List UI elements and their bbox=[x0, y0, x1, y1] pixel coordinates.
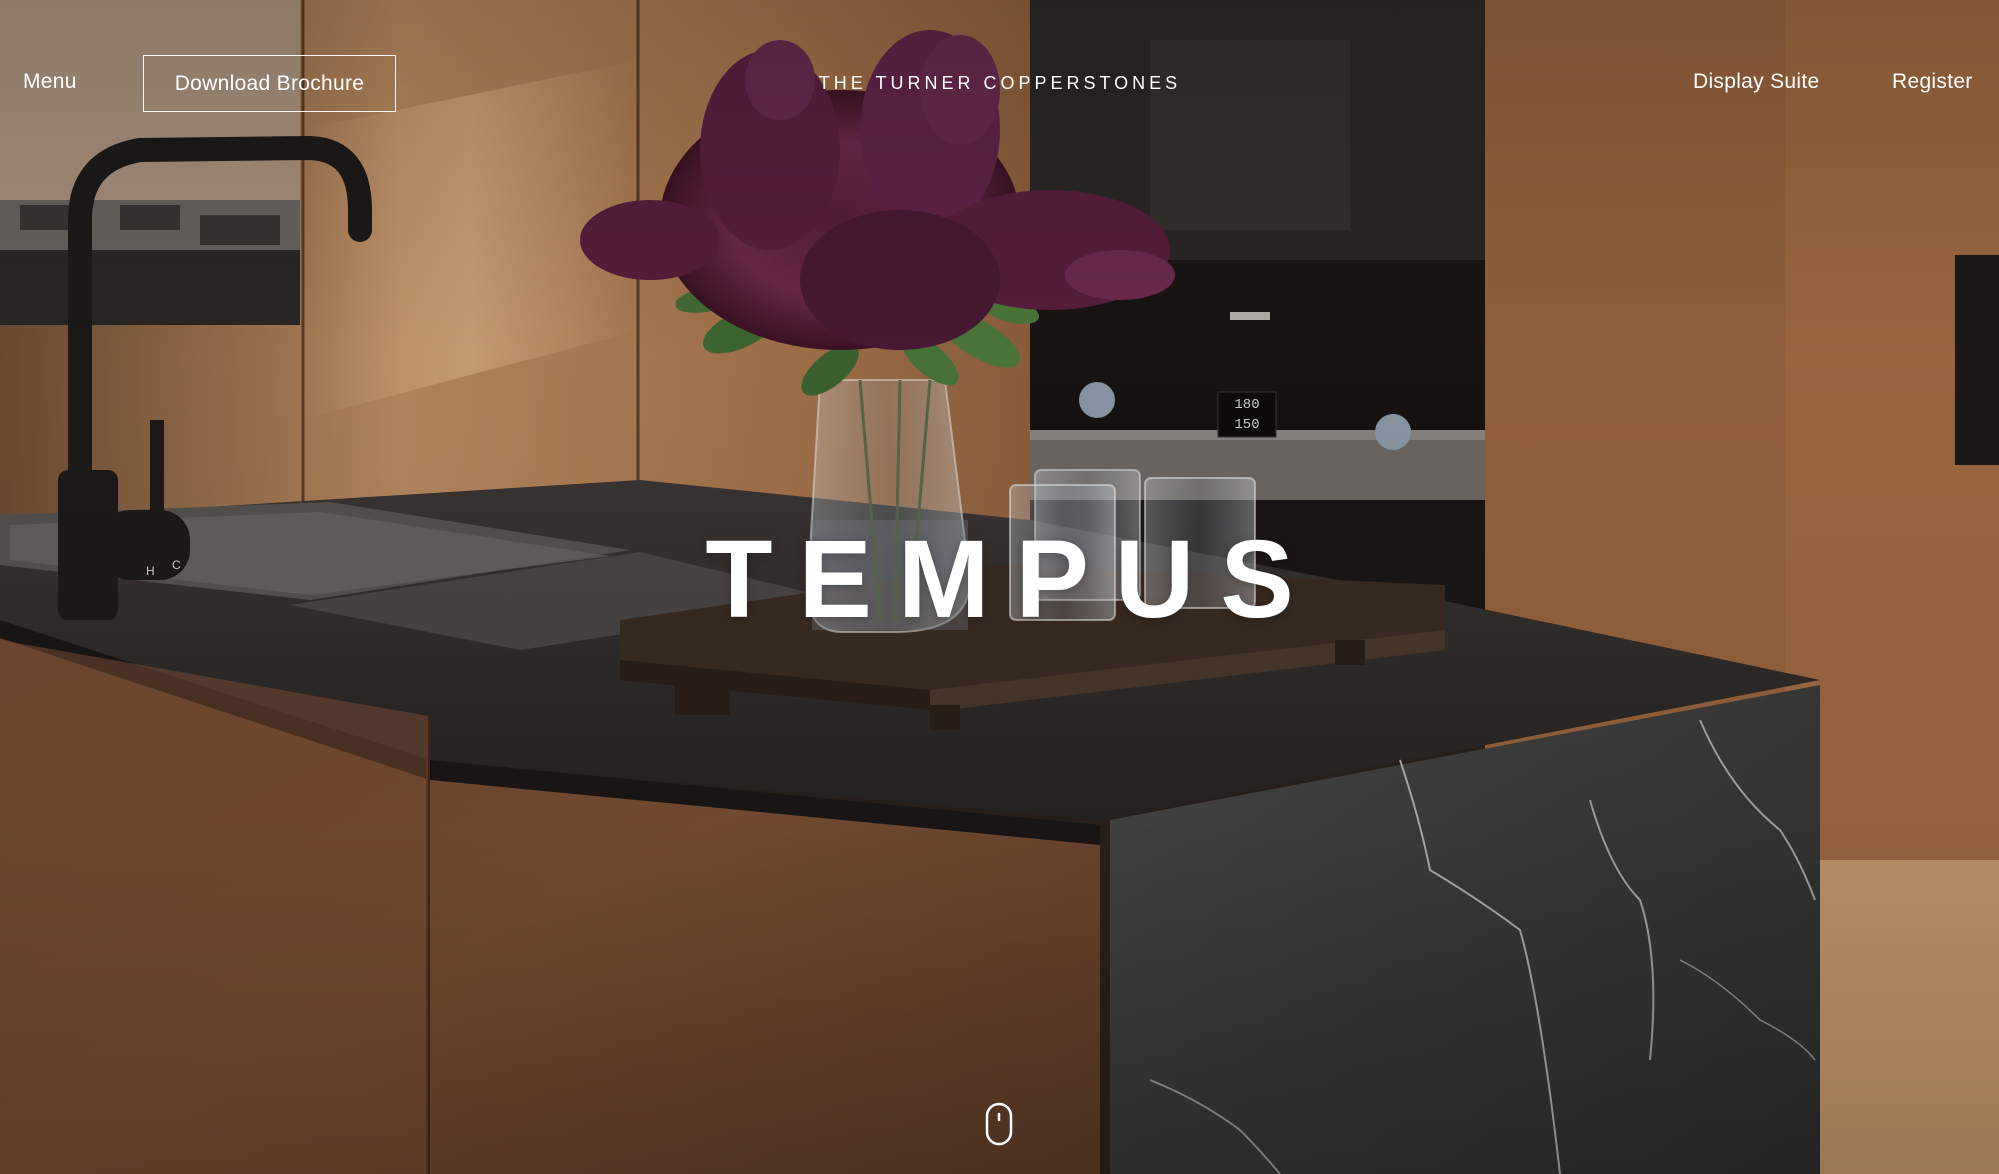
register-link[interactable]: Register bbox=[1892, 70, 1973, 94]
brand-logo[interactable]: THE TURNER COPPERSTONES bbox=[700, 73, 1300, 94]
mouse-scroll-icon[interactable] bbox=[985, 1102, 1013, 1146]
oven-display-line1: 180 bbox=[1234, 397, 1259, 413]
site-header: Menu Download Brochure THE TURNER COPPER… bbox=[0, 0, 1999, 170]
oven-display-line2: 150 bbox=[1234, 417, 1259, 433]
display-suite-link[interactable]: Display Suite bbox=[1693, 70, 1819, 94]
hero-section: 180 150 H C Menu Download Brochure THE T… bbox=[0, 0, 1999, 1174]
download-brochure-button[interactable]: Download Brochure bbox=[143, 55, 396, 112]
hero-title: TEMPUS bbox=[705, 518, 1320, 641]
menu-button[interactable]: Menu bbox=[23, 70, 77, 94]
